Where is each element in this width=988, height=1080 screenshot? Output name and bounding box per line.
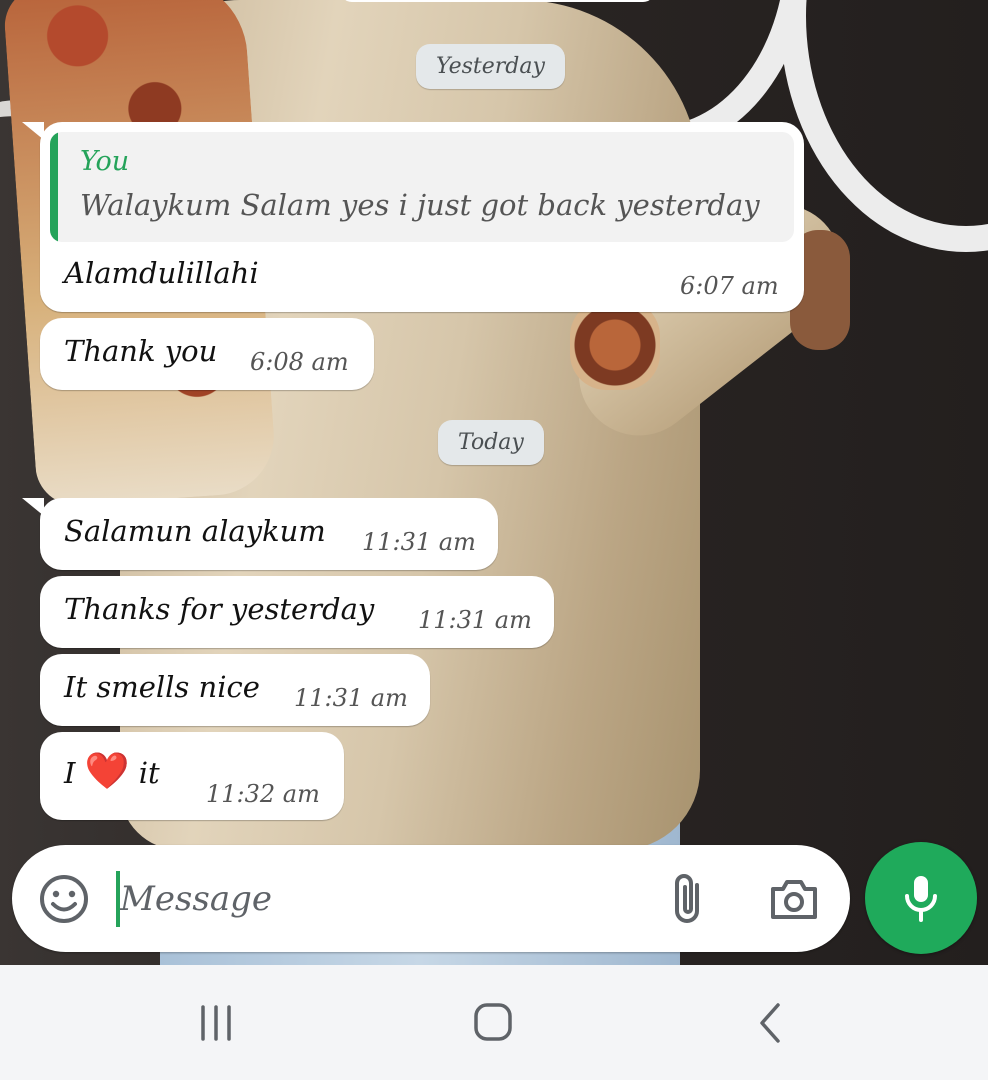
heart-emoji: ❤️ [84,751,130,792]
emoji-icon[interactable] [38,873,90,925]
message-bubble[interactable]: It smells nice 11:31 am [40,654,430,726]
date-separator-yesterday: Yesterday [416,44,565,89]
message-composer [12,845,850,952]
message-time: 6:07 am [680,272,779,300]
quote-author: You [80,146,130,177]
message-text: Alamdulillahi [64,256,259,290]
message-text-part: it [138,756,160,790]
back-icon[interactable] [740,1001,800,1045]
quoted-message[interactable]: You Walaykum Salam yes i just got back y… [50,132,794,242]
message-text-part: I [64,756,76,790]
camera-icon[interactable] [767,875,821,923]
message-bubble[interactable]: Thanks for yesterday 11:31 am [40,576,554,648]
message-text: Thank you [64,334,218,368]
message-text: Thanks for yesterday [64,592,375,626]
message-time: 6:08 am [250,348,349,376]
screen: Yesterday You Walaykum Salam yes i just … [0,0,988,1080]
quote-text: Walaykum Salam yes i just got back yeste… [80,188,760,222]
message-bubble[interactable]: Thank you 6:08 am [40,318,374,390]
message-bubble[interactable]: Salamun alaykum 11:31 am [22,498,498,570]
home-icon[interactable] [463,1001,523,1045]
date-separator-today: Today [438,420,544,465]
message-time: 11:32 am [206,780,320,808]
message-time: 11:31 am [294,684,408,712]
quote-accent-bar [50,132,58,242]
message-bubble[interactable]: You Walaykum Salam yes i just got back y… [22,122,804,312]
message-text: Salamun alaykum [64,514,326,548]
recent-apps-icon[interactable] [186,1001,246,1045]
message-time: 11:31 am [418,606,532,634]
message-time: 11:31 am [362,528,476,556]
message-input[interactable] [118,867,642,931]
message-text: It smells nice [64,670,260,704]
microphone-icon[interactable] [865,842,977,954]
system-navigation-bar [0,965,988,1080]
message-bubble[interactable]: I ❤️ it 11:32 am [40,732,344,820]
message-text: I ❤️ it [64,750,160,792]
paperclip-icon[interactable] [667,871,711,927]
